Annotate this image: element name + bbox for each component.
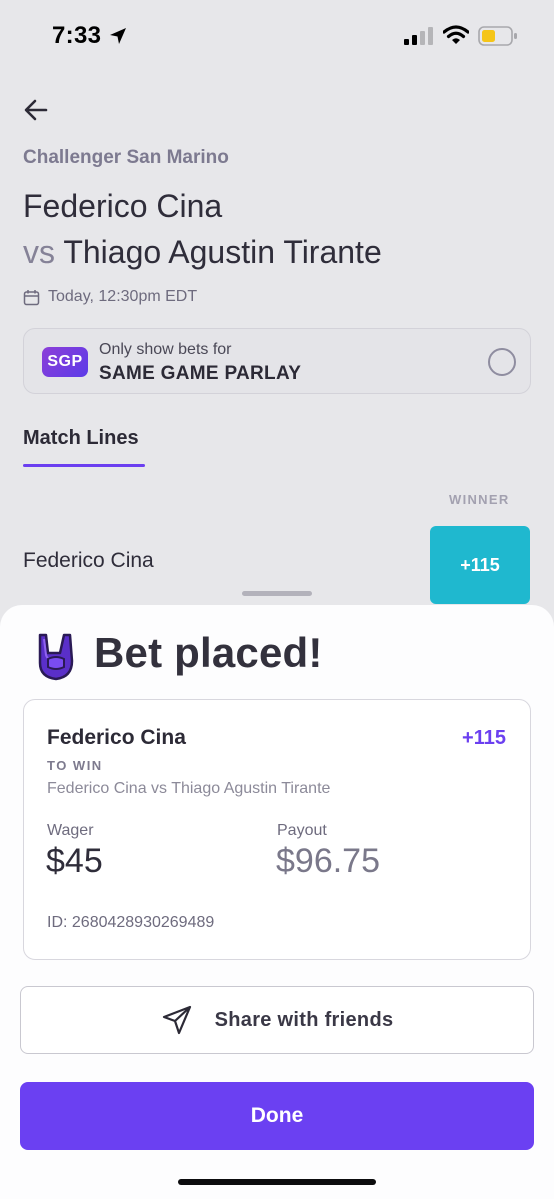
paper-plane-icon	[162, 1005, 191, 1035]
back-arrow-icon[interactable]	[22, 96, 50, 124]
wifi-icon	[443, 25, 469, 44]
status-time: 7:33	[52, 22, 102, 49]
payout-value: $96.75	[276, 842, 380, 880]
payout-label: Payout	[277, 822, 327, 839]
rock-hand-icon	[38, 633, 74, 681]
sheet-drag-handle[interactable]	[242, 591, 312, 596]
bet-placed-sheet: Bet placed! Federico Cina +115 TO WIN Fe…	[0, 605, 554, 1199]
wager-value: $45	[46, 842, 103, 880]
cellular-signal-icon	[404, 27, 433, 45]
winner-column-header: WINNER	[449, 492, 510, 507]
sheet-title: Bet placed!	[94, 629, 323, 676]
event-datetime: Today, 12:30pm EDT	[23, 288, 197, 306]
status-bar: 7:33	[0, 0, 554, 72]
sgp-filter-card[interactable]: SGP Only show bets for SAME GAME PARLAY	[23, 328, 531, 394]
bet-match: Federico Cina vs Thiago Agustin Tirante	[47, 780, 331, 797]
wager-label: Wager	[47, 822, 94, 839]
done-button-label: Done	[250, 1104, 304, 1127]
sgp-filter-checkbox[interactable]	[488, 348, 516, 376]
battery-icon	[478, 26, 517, 46]
bet-receipt-card: Federico Cina +115 TO WIN Federico Cina …	[23, 699, 531, 960]
share-with-friends-button[interactable]: Share with friends	[20, 986, 534, 1054]
player-one-name: Federico Cina	[23, 188, 223, 224]
winner-odds-button[interactable]: +115	[430, 526, 530, 604]
location-arrow-icon	[110, 28, 126, 44]
event-datetime-text: Today, 12:30pm EDT	[48, 288, 198, 305]
bet-type: TO WIN	[47, 758, 103, 773]
tab-match-lines[interactable]: Match Lines	[23, 427, 139, 450]
sgp-filter-title: SAME GAME PARLAY	[99, 363, 302, 384]
line-row-player: Federico Cina	[23, 549, 154, 572]
bet-selection: Federico Cina	[47, 726, 186, 749]
done-button[interactable]: Done	[20, 1082, 534, 1150]
matchup-second-line: vs Thiago Agustin Tirante	[23, 234, 382, 271]
sgp-badge: SGP	[42, 347, 88, 377]
bet-odds: +115	[462, 727, 506, 749]
vs-label: vs	[23, 234, 55, 270]
player-two-name: Thiago Agustin Tirante	[63, 234, 382, 270]
calendar-icon	[23, 289, 40, 305]
active-tab-indicator	[23, 464, 145, 467]
home-indicator[interactable]	[178, 1179, 376, 1185]
sgp-filter-caption: Only show bets for	[99, 341, 232, 358]
tournament-name: Challenger San Marino	[23, 147, 229, 168]
bet-id: ID: 2680428930269489	[47, 914, 215, 931]
share-button-label: Share with friends	[214, 1008, 394, 1031]
